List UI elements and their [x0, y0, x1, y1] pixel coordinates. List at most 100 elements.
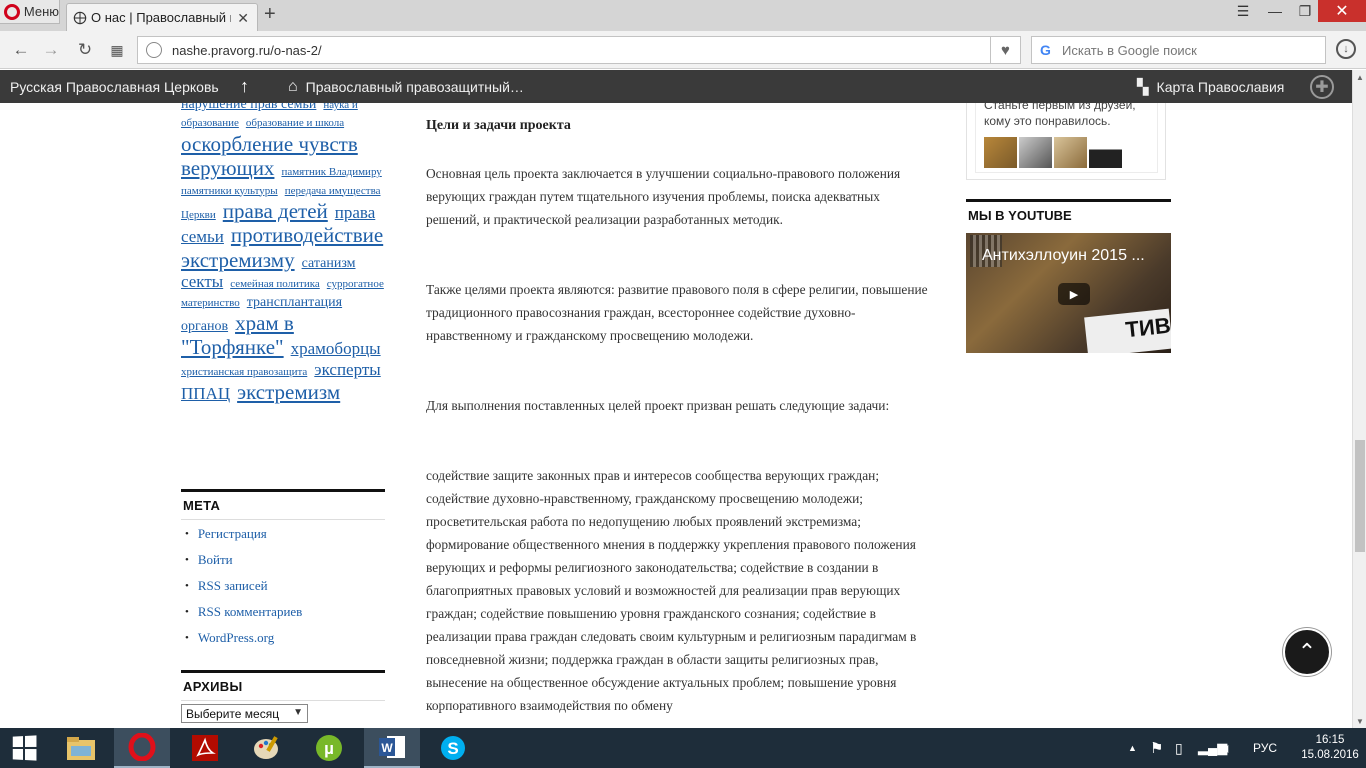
map-link-label: Карта Православия — [1156, 78, 1285, 95]
forward-arrow-icon[interactable]: → — [40, 39, 62, 61]
tag-link[interactable]: храмоборцы — [291, 339, 381, 358]
article-heading: Цели и задачи проекта — [426, 118, 571, 133]
facebook-text: Станьте первым из друзей, кому это понра… — [984, 103, 1136, 128]
search-placeholder: Искать в Google поиск — [1062, 42, 1197, 58]
article-paragraph: Основная цель проекта заключается в улуч… — [426, 166, 901, 227]
tag-cloud: нарушение прав семьи наука и образование… — [181, 103, 386, 404]
chevron-down-icon: ▼ — [293, 707, 303, 718]
page-scrollbar[interactable]: ▲ ▼ — [1352, 70, 1366, 728]
start-button[interactable] — [0, 728, 48, 768]
svg-text:W: W — [381, 741, 393, 755]
rss-comments-link[interactable]: RSS комментариев — [181, 599, 385, 625]
meta-links-list: Регистрация Войти RSS записей RSS коммен… — [181, 521, 385, 651]
paint-icon[interactable] — [240, 728, 294, 768]
facebook-friends — [984, 137, 1122, 168]
url-field[interactable]: nashe.pravorg.ru/o-nas-2/ ♥ — [137, 36, 1021, 64]
archives-widget-title: АРХИВЫ — [181, 670, 385, 701]
tray-expand-icon[interactable]: ▲ — [1128, 728, 1137, 768]
tag-link[interactable]: права детей — [223, 199, 328, 223]
reload-icon[interactable]: ↻ — [74, 39, 96, 61]
map-icon: ▚ — [1137, 78, 1149, 96]
friend-avatar[interactable] — [1019, 137, 1052, 168]
article-paragraph: содействие защите законных прав и интере… — [426, 468, 917, 713]
back-arrow-icon[interactable]: ← — [10, 39, 32, 61]
meta-widget-title: МЕТА — [181, 489, 385, 520]
youtube-video[interactable]: Антихэллоуин 2015 ... ▶ ТИВ — [966, 233, 1171, 353]
action-center-flag-icon[interactable]: ⚑ — [1150, 728, 1163, 768]
skype-icon[interactable]: S — [426, 728, 480, 768]
home-link-label: Православный правозащитный… — [305, 78, 524, 95]
orthodox-cross-icon[interactable]: ✚ — [1310, 70, 1334, 103]
browser-tab-bar: Меню О нас | Православный пр ✕ + ☰ — ❐ ✕ — [0, 0, 1366, 31]
speed-dial-grid-icon[interactable]: ▦ — [106, 39, 128, 61]
tag-link[interactable]: памятники культуры — [181, 185, 278, 197]
download-icon[interactable]: ↓ — [1336, 39, 1356, 59]
minimize-icon[interactable]: — — [1260, 0, 1290, 22]
russian-church-link[interactable]: Русская Православная Церковь — [10, 70, 219, 103]
windows-taskbar: µ W S ▲ ⚑ ▯ ▂▄▆ 🔈︎ РУС 16:15 15.08.2016 — [0, 728, 1366, 768]
cross-icon: ✚ — [1310, 74, 1334, 99]
youtube-widget-title: МЫ В YOUTUBE — [966, 199, 1171, 229]
friend-avatar[interactable] — [1089, 137, 1122, 168]
address-toolbar: ← → ↻ ▦ nashe.pravorg.ru/o-nas-2/ ♥ G Ис… — [0, 31, 1366, 69]
network-signal-icon[interactable]: ▂▄▆ — [1198, 728, 1227, 768]
rss-entries-link[interactable]: RSS записей — [181, 573, 385, 599]
tag-link[interactable]: памятник Владимиру — [281, 166, 381, 178]
tag-link[interactable]: семейная политика — [230, 278, 320, 290]
svg-text:µ: µ — [324, 739, 334, 758]
system-clock[interactable]: 16:15 15.08.2016 — [1300, 733, 1360, 763]
wordpress-link[interactable]: WordPress.org — [181, 625, 385, 651]
scroll-down-icon[interactable]: ▼ — [1353, 714, 1366, 728]
opera-logo-icon — [4, 3, 20, 20]
play-icon[interactable]: ▶ — [1058, 283, 1090, 305]
search-input[interactable]: G Искать в Google поиск — [1031, 36, 1326, 64]
home-icon: ⌂ — [288, 77, 298, 95]
google-icon: G — [1040, 42, 1051, 58]
home-link[interactable]: ⌂ Православный правозащитный… — [288, 70, 524, 103]
video-title: Антихэллоуин 2015 ... — [982, 247, 1145, 264]
tab-menu-icon[interactable]: ☰ — [1228, 0, 1258, 22]
site-info-icon[interactable] — [146, 42, 162, 58]
friend-avatar[interactable] — [984, 137, 1017, 168]
menu-label: Меню — [23, 4, 59, 19]
tag-link[interactable]: образование и школа — [246, 117, 344, 129]
opera-taskbar-icon[interactable] — [114, 728, 170, 768]
opera-menu-button[interactable]: Меню — [0, 0, 60, 24]
tag-link[interactable]: секты — [181, 272, 223, 291]
friend-avatar[interactable] — [1054, 137, 1087, 168]
tab-close-icon[interactable]: ✕ — [237, 10, 249, 27]
new-tab-button[interactable]: + — [264, 4, 276, 24]
scroll-to-top-button[interactable]: ⌃ — [1283, 628, 1331, 676]
volume-icon[interactable]: 🔈︎ — [1224, 728, 1232, 768]
windows-logo-icon — [12, 735, 37, 761]
month-select-value: Выберите месяц — [186, 706, 280, 721]
word-icon[interactable]: W — [364, 728, 420, 768]
facebook-like-box: Станьте первым из друзей, кому это понра… — [975, 103, 1158, 173]
video-sign: ТИВ — [1084, 308, 1171, 353]
utorrent-icon[interactable]: µ — [302, 728, 356, 768]
bookmark-heart-icon[interactable]: ♥ — [990, 37, 1020, 63]
register-link[interactable]: Регистрация — [181, 521, 385, 547]
maximize-icon[interactable]: ❐ — [1290, 0, 1320, 22]
clock-time: 16:15 — [1315, 734, 1345, 746]
up-arrow-icon[interactable]: ↑ — [240, 70, 249, 103]
scroll-up-icon[interactable]: ▲ — [1353, 70, 1366, 84]
site-admin-bar: Русская Православная Церковь ↑ ⌂ Правосл… — [0, 70, 1352, 103]
login-link[interactable]: Войти — [181, 547, 385, 573]
tag-link[interactable]: сатанизм — [302, 256, 356, 271]
tag-link[interactable]: экстремизм — [237, 380, 340, 404]
browser-tab[interactable]: О нас | Православный пр ✕ — [66, 3, 258, 31]
month-select[interactable]: Выберите месяц ▼ — [181, 704, 308, 723]
facebook-widget: Станьте первым из друзей, кому это понра… — [966, 103, 1166, 180]
file-explorer-icon[interactable] — [54, 728, 108, 768]
battery-icon[interactable]: ▯ — [1175, 728, 1183, 768]
scrollbar-thumb[interactable] — [1355, 440, 1365, 552]
close-window-icon[interactable]: ✕ — [1318, 0, 1366, 22]
map-link[interactable]: ▚ Карта Православия — [1137, 70, 1284, 103]
acrobat-icon[interactable] — [178, 728, 232, 768]
tag-link[interactable]: нарушение прав семьи — [181, 103, 316, 112]
article-paragraph: Также целями проекта являются: развитие … — [426, 282, 928, 343]
tab-title: О нас | Православный пр — [91, 10, 231, 25]
tag-link[interactable]: христианская правозащита — [181, 366, 307, 378]
language-indicator[interactable]: РУС — [1253, 728, 1277, 768]
